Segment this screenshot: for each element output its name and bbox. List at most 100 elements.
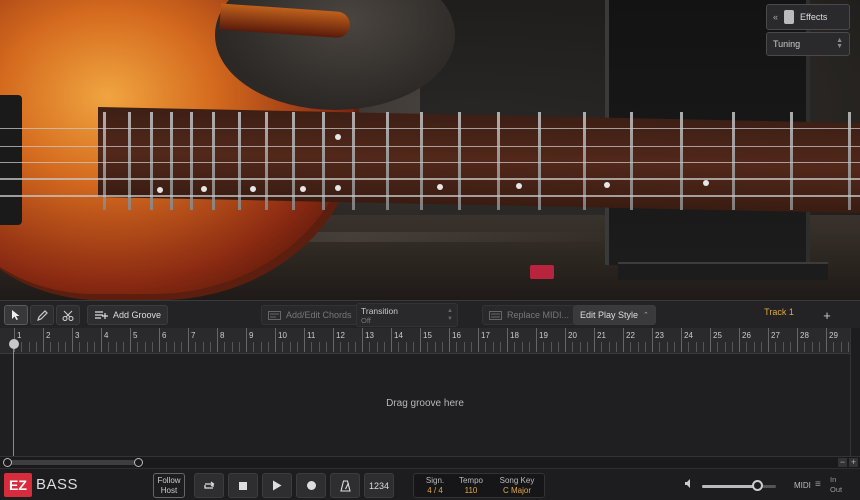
fret-marker-dot [201,186,207,192]
select-arrow-icon [12,310,20,320]
bar-number: 8 [220,331,225,340]
fret-marker-dot [335,185,341,191]
beat-tick [354,342,356,352]
select-tool-button[interactable] [4,305,28,325]
beat-tick [340,342,342,352]
count-in-button[interactable]: 1234 [364,473,394,498]
bar-line [449,328,450,352]
song-key-field[interactable]: Song Key C Major [494,476,540,495]
beat-tick [804,342,806,352]
stop-icon [239,481,247,490]
bass-string[interactable] [0,146,860,147]
beat-tick [840,342,842,352]
follow-host-button[interactable]: Follow Host [153,473,185,498]
ez-logo: EZ [4,473,32,497]
metronome-button[interactable] [330,473,360,498]
beat-tick [166,342,168,352]
beat-tick [470,342,472,352]
play-button[interactable] [262,473,292,498]
bar-line [565,328,566,352]
volume-fill [702,485,758,488]
bar-line [304,328,305,352]
beat-tick [695,342,697,352]
bass-string[interactable] [0,162,860,163]
beat-tick [376,342,378,352]
beat-tick [485,342,487,352]
bar-number: 26 [742,331,751,340]
beat-tick [260,342,262,352]
fret-marker-dot [437,184,443,190]
track-name[interactable]: Track 1 [748,307,810,317]
beat-tick [521,342,523,352]
volume-slider[interactable] [702,485,776,488]
midi-label[interactable]: MIDI [794,481,811,490]
bar-line [478,328,479,352]
bass-string[interactable] [0,178,860,180]
beat-tick [760,342,762,352]
horizontal-scrollbar[interactable]: − + [0,456,860,468]
transition-selector[interactable]: Transition Off ▲ ▼ [356,303,458,327]
scroll-end-handle[interactable] [134,458,143,467]
replace-midi-button[interactable]: Replace MIDI... [482,305,577,325]
bar-number: 13 [365,331,374,340]
stepper-arrows-icon[interactable]: ▲ ▼ [447,307,453,323]
bar-number: 11 [307,331,316,340]
beat-tick [21,342,23,352]
beat-tick [557,342,559,352]
beat-tick [528,342,530,352]
tuning-dropdown[interactable]: Tuning ▲ ▼ [766,32,850,56]
beat-tick [644,342,646,352]
bar-line [159,328,160,352]
bar-number: 23 [655,331,664,340]
bar-number: 28 [800,331,809,340]
scroll-thumb[interactable] [4,460,140,465]
add-edit-chords-button[interactable]: Add/Edit Chords [261,305,359,325]
beat-tick [731,342,733,352]
follow-label: Follow [157,476,181,485]
volume-knob[interactable] [751,480,763,491]
loop-icon [204,481,215,489]
timeline-ruler[interactable]: 1 2 3 4 5 6 7 8 9 10 11 12 13 14 15 16 17 18 19 20 21 22 23 24 2… [0,328,850,354]
beat-tick [434,342,436,352]
beat-tick [267,342,269,352]
zoom-in-button[interactable]: + [849,458,858,467]
beat-tick [572,342,574,352]
beat-tick [775,342,777,352]
beat-tick [630,342,632,352]
scissors-tool-button[interactable] [56,305,80,325]
bass-string[interactable] [0,195,860,197]
playhead-handle[interactable] [9,339,19,349]
add-groove-icon [95,311,108,319]
beat-tick [673,342,675,352]
loop-button[interactable] [194,473,224,498]
record-icon [306,481,316,490]
vertical-scrollbar[interactable] [850,328,860,456]
effects-button[interactable]: « Effects [766,4,850,30]
song-info-panel: Sign. 4 / 4 Tempo 110 Song Key C Major [413,473,545,498]
beat-tick [811,342,813,352]
menu-icon[interactable]: ≡ [815,479,821,490]
bar-number: 2 [46,331,51,340]
bar-line [130,328,131,352]
beat-tick [412,342,414,352]
add-groove-button[interactable]: Add Groove [87,305,169,325]
beat-tick [137,342,139,352]
stop-button[interactable] [228,473,258,498]
bar-line [768,328,769,352]
bar-number: 15 [423,331,432,340]
tempo-field[interactable]: Tempo 110 [456,476,486,495]
bar-number: 18 [510,331,519,340]
scroll-start-handle[interactable] [3,458,12,467]
record-button[interactable] [296,473,326,498]
edit-play-style-button[interactable]: Edit Play Style ⌃ [573,305,656,325]
signature-field[interactable]: Sign. 4 / 4 [420,476,450,495]
pencil-tool-button[interactable] [30,305,54,325]
bar-number: 27 [771,331,780,340]
bar-line [420,328,421,352]
add-track-button[interactable]: + [818,306,836,324]
zoom-out-button[interactable]: − [838,458,847,467]
bass-string[interactable] [0,128,860,129]
beat-tick [724,342,726,352]
track-lane[interactable]: Drag groove here [0,354,850,456]
bar-number: 5 [133,331,138,340]
